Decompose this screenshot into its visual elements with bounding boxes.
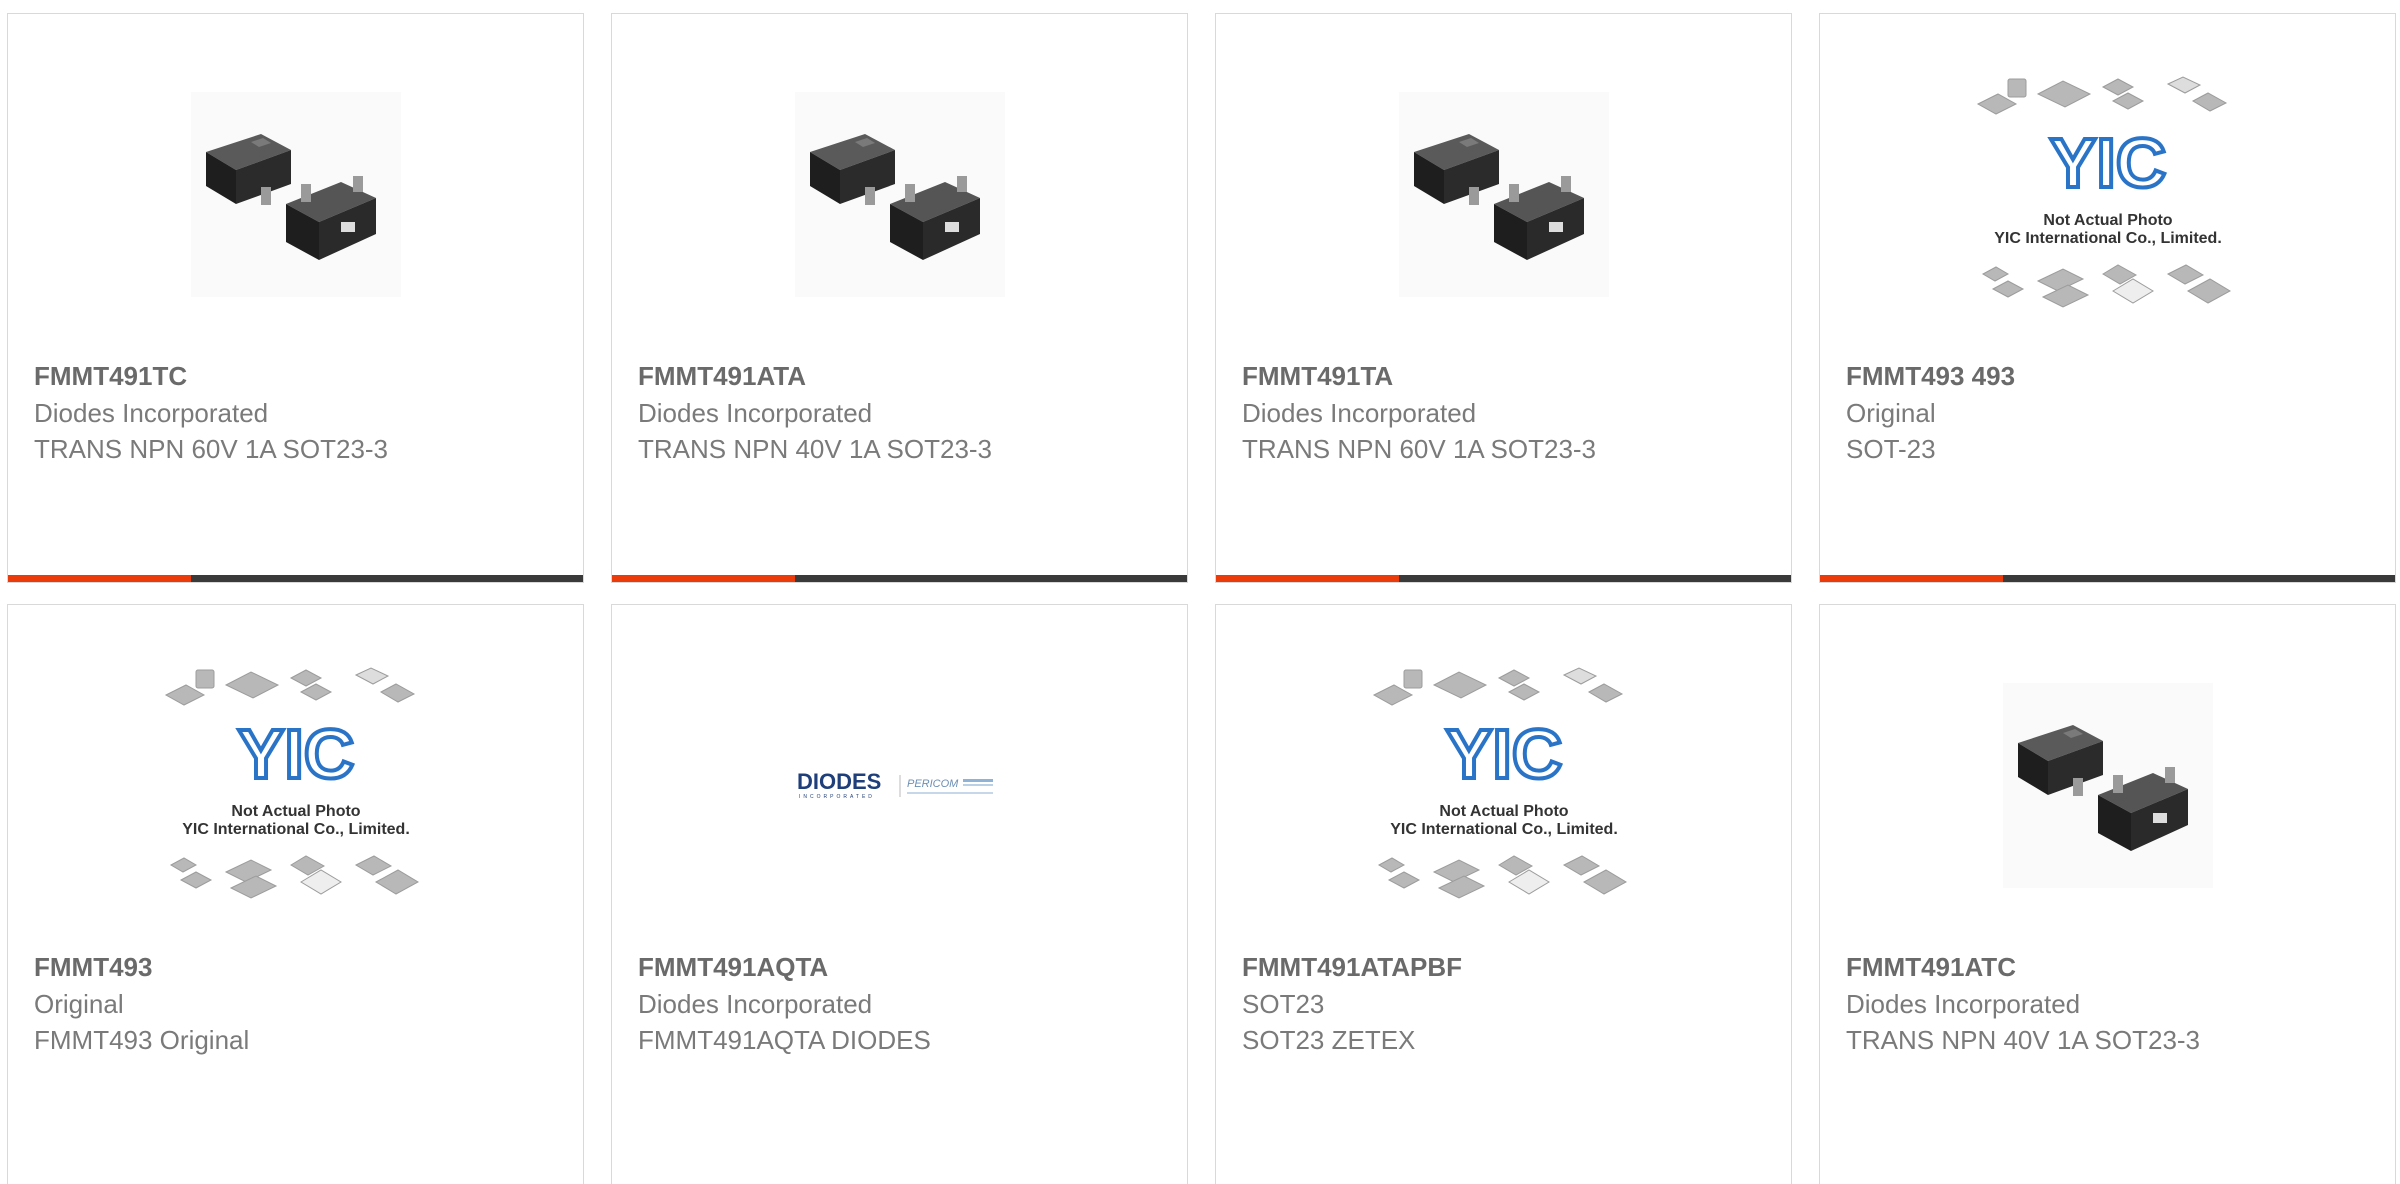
product-card[interactable]: FMMT491TC Diodes Incorporated TRANS NPN …	[7, 13, 584, 583]
accent-stripe	[1216, 575, 1399, 582]
svg-text:Not Actual Photo: Not Actual Photo	[2043, 212, 2172, 229]
description: TRANS NPN 40V 1A SOT23-3	[1846, 1025, 2201, 1055]
part-number-link[interactable]: FMMT493	[34, 948, 563, 986]
part-number-link[interactable]: FMMT491ATAPBF	[1242, 948, 1771, 986]
product-image[interactable]	[612, 54, 1187, 334]
card-footer-bar	[1216, 575, 1791, 582]
yic-brand: YIC	[237, 715, 354, 793]
manufacturer: Diodes Incorporated	[638, 989, 873, 1019]
yic-placeholder-icon: YIC Not Actual Photo YIC International C…	[164, 667, 419, 899]
part-number-link[interactable]: FMMT493 493	[1846, 357, 2375, 395]
manufacturer: Original	[1846, 398, 1936, 428]
manufacturer: Diodes Incorporated	[638, 398, 873, 428]
product-card[interactable]: FMMT491ATC Diodes Incorporated TRANS NPN…	[1819, 604, 2396, 1184]
sot23-package-icon	[1398, 91, 1609, 297]
svg-text:INCORPORATED: INCORPORATED	[799, 794, 875, 800]
description: SOT-23	[1846, 434, 1936, 464]
svg-text:YIC International Co., Limited: YIC International Co., Limited.	[1994, 230, 2222, 247]
accent-stripe	[612, 575, 795, 582]
product-grid: FMMT491TC Diodes Incorporated TRANS NPN …	[0, 0, 2400, 1184]
product-image[interactable]	[1820, 645, 2395, 925]
sot23-package-icon	[190, 91, 401, 297]
svg-text:Not Actual Photo: Not Actual Photo	[1439, 803, 1568, 820]
part-number-link[interactable]: FMMT491TC	[34, 357, 563, 395]
yic-brand: YIC	[1445, 715, 1562, 793]
card-footer-bar	[8, 575, 583, 582]
diodes-pericom-logo-icon: DIODES INCORPORATED PERICOM	[797, 769, 993, 800]
manufacturer: Original	[34, 989, 124, 1019]
svg-text:YIC International Co., Limited: YIC International Co., Limited.	[182, 821, 410, 838]
description: TRANS NPN 60V 1A SOT23-3	[1242, 434, 1597, 464]
sot23-package-icon	[794, 91, 1005, 297]
product-image[interactable]: YIC Not Actual Photo YIC International C…	[1216, 645, 1791, 925]
yic-placeholder-icon: YIC Not Actual Photo YIC International C…	[1372, 667, 1627, 899]
product-card[interactable]: YIC Not Actual Photo YIC International C…	[7, 604, 584, 1184]
description: TRANS NPN 40V 1A SOT23-3	[638, 434, 993, 464]
card-footer-bar	[1820, 575, 2395, 582]
card-footer-bar	[612, 575, 1187, 582]
yic-placeholder-icon: YIC Not Actual Photo YIC International C…	[1976, 76, 2231, 308]
accent-stripe	[1820, 575, 2003, 582]
product-card[interactable]: DIODES INCORPORATED PERICOM FMMT491AQTA …	[611, 604, 1188, 1184]
part-number-link[interactable]: FMMT491AQTA	[638, 948, 1167, 986]
part-number-link[interactable]: FMMT491ATC	[1846, 948, 2375, 986]
manufacturer: Diodes Incorporated	[1242, 398, 1477, 428]
description: FMMT493 Original	[34, 1025, 250, 1055]
product-image[interactable]	[8, 54, 583, 334]
part-number-link[interactable]: FMMT491ATA	[638, 357, 1167, 395]
manufacturer: Diodes Incorporated	[1846, 989, 2081, 1019]
product-card[interactable]: FMMT491TA Diodes Incorporated TRANS NPN …	[1215, 13, 1792, 583]
accent-stripe	[8, 575, 191, 582]
sot23-package-icon	[2002, 682, 2213, 888]
description: FMMT491AQTA DIODES	[638, 1025, 931, 1055]
svg-text:DIODES: DIODES	[797, 769, 881, 794]
yic-brand: YIC	[2049, 124, 2166, 202]
product-image[interactable]: DIODES INCORPORATED PERICOM	[612, 645, 1187, 925]
product-card[interactable]: YIC Not Actual Photo YIC International C…	[1215, 604, 1792, 1184]
product-card[interactable]: FMMT491ATA Diodes Incorporated TRANS NPN…	[611, 13, 1188, 583]
manufacturer: SOT23	[1242, 989, 1325, 1019]
manufacturer: Diodes Incorporated	[34, 398, 269, 428]
svg-text:PERICOM: PERICOM	[907, 778, 959, 790]
product-card[interactable]: YIC Not Actual Photo YIC International C…	[1819, 13, 2396, 583]
part-number-link[interactable]: FMMT491TA	[1242, 357, 1771, 395]
product-image[interactable]: YIC Not Actual Photo YIC International C…	[1820, 54, 2395, 334]
product-image[interactable]: YIC Not Actual Photo YIC International C…	[8, 645, 583, 925]
svg-text:Not Actual Photo: Not Actual Photo	[231, 803, 360, 820]
description: TRANS NPN 60V 1A SOT23-3	[34, 434, 389, 464]
svg-text:YIC International Co., Limited: YIC International Co., Limited.	[1390, 821, 1618, 838]
product-image[interactable]	[1216, 54, 1791, 334]
description: SOT23 ZETEX	[1242, 1025, 1416, 1055]
